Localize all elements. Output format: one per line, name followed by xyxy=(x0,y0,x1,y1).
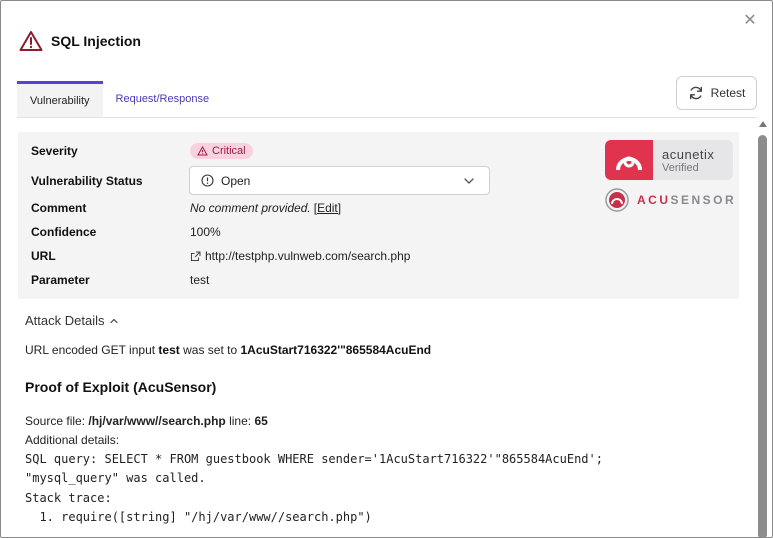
status-label: Vulnerability Status xyxy=(31,174,143,188)
tab-divider xyxy=(17,117,757,118)
dialog-title: SQL Injection xyxy=(51,33,141,49)
tab-bar: Vulnerability Request/Response xyxy=(17,81,222,117)
refresh-icon xyxy=(689,86,702,100)
url-text: http://testphp.vulnweb.com/search.php xyxy=(205,249,411,263)
chevron-down-icon xyxy=(464,178,474,184)
status-select[interactable]: Open xyxy=(189,166,490,195)
edit-comment-link[interactable]: [Edit] xyxy=(314,201,341,215)
called-line: "mysql_query" was called. xyxy=(25,471,206,485)
warning-icon xyxy=(197,146,208,156)
tab-request-response[interactable]: Request/Response xyxy=(103,81,223,117)
close-icon[interactable]: ✕ xyxy=(742,13,758,29)
stack-trace-item: 1. require([string] "/hj/var/www//search… xyxy=(25,510,372,524)
source-file: /hj/var/www//search.php xyxy=(88,414,226,428)
scroll-thumb[interactable] xyxy=(758,135,767,537)
external-link-icon xyxy=(191,251,201,261)
comment-label: Comment xyxy=(31,201,87,215)
comment-value: No comment provided. [Edit] xyxy=(190,201,341,215)
additional-details-label: Additional details: xyxy=(25,433,120,447)
scrollbar[interactable] xyxy=(758,121,768,537)
acusensor-logo: ACUSENSOR xyxy=(605,188,736,212)
info-icon xyxy=(201,174,214,187)
url-link[interactable]: http://testphp.vulnweb.com/search.php xyxy=(190,249,410,263)
severity-label: Severity xyxy=(31,144,78,158)
status-value: Open xyxy=(221,173,251,188)
retest-label: Retest xyxy=(710,86,746,100)
attack-payload: 1AcuStart716322'"865584AcuEnd xyxy=(240,343,432,357)
url-value: http://testphp.vulnweb.com/search.php xyxy=(190,249,410,263)
scroll-up-arrow-icon[interactable] xyxy=(759,121,767,127)
acusensor-icon xyxy=(605,188,629,212)
confidence-value: 100% xyxy=(190,225,221,239)
acusensor-wordmark: ACUSENSOR xyxy=(637,193,736,207)
parameter-label: Parameter xyxy=(31,273,90,287)
retest-button[interactable]: Retest xyxy=(676,76,757,110)
attack-details-toggle[interactable]: Attack Details xyxy=(25,313,119,328)
acunetix-verified-logo: acunetix Verified xyxy=(605,140,733,180)
chevron-up-icon xyxy=(110,318,119,323)
source-file-line: Source file: /hj/var/www//search.php lin… xyxy=(25,414,268,428)
source-prefix: Source file: xyxy=(25,414,86,428)
confidence-label: Confidence xyxy=(31,225,97,239)
proof-title: Proof of Exploit (AcuSensor) xyxy=(25,379,217,395)
attack-prefix: URL encoded GET input xyxy=(25,343,156,357)
comment-text: No comment provided. xyxy=(190,201,311,215)
line-number: 65 xyxy=(254,414,268,428)
parameter-value: test xyxy=(190,273,210,287)
url-label: URL xyxy=(31,249,56,263)
acusensor-acu: ACU xyxy=(637,193,671,207)
dialog-header: SQL Injection xyxy=(19,29,141,53)
line-label: line: xyxy=(229,414,252,428)
severity-badge: Critical xyxy=(190,143,253,159)
acusensor-sensor: SENSOR xyxy=(670,193,737,207)
severity-text: Critical xyxy=(212,145,246,157)
sql-query-line: SQL query: SELECT * FROM guestbook WHERE… xyxy=(25,452,603,466)
acunetix-verified: Verified xyxy=(662,161,699,174)
vulnerability-dialog: ✕ SQL Injection Vulnerability Request/Re… xyxy=(0,0,773,538)
acunetix-icon xyxy=(616,156,642,171)
stack-trace-label: Stack trace: xyxy=(25,491,112,505)
attack-description: URL encoded GET input test was set to 1A… xyxy=(25,343,431,357)
warning-icon xyxy=(19,31,43,51)
tab-vulnerability[interactable]: Vulnerability xyxy=(17,81,103,117)
acunetix-mark xyxy=(605,140,653,180)
severity-value: Critical xyxy=(190,143,253,159)
attack-middle: was set to xyxy=(183,343,238,357)
acunetix-wordmark: acunetix Verified xyxy=(653,140,714,180)
acunetix-brand: acunetix xyxy=(662,146,715,162)
attack-param: test xyxy=(158,343,180,357)
attack-details-title: Attack Details xyxy=(25,313,105,328)
